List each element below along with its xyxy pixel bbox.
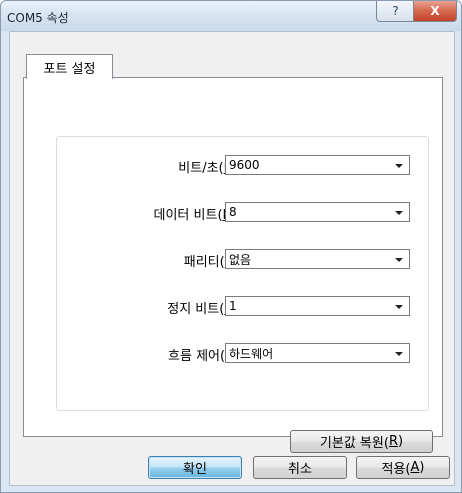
dialog-client-area: 포트 설정 비트/초(B): 9600 데이터 비트(D): 8	[9, 31, 455, 486]
help-button[interactable]: ?	[376, 1, 415, 22]
cancel-button[interactable]: 취소	[253, 456, 347, 479]
chevron-down-icon	[395, 258, 403, 262]
close-icon: X	[430, 4, 440, 18]
chevron-down-icon	[395, 352, 403, 356]
window-title: COM5 속성	[7, 11, 69, 25]
flow-control-select[interactable]: 하드웨어	[225, 343, 410, 363]
flow-control-label: 흐름 제어(F):	[82, 345, 242, 364]
label-text: 데이터 비트(	[153, 208, 223, 223]
ok-button[interactable]: 확인	[148, 456, 242, 479]
parity-label: 패리티(P):	[82, 251, 242, 270]
chevron-down-icon	[395, 164, 403, 168]
tab-label: 포트 설정	[43, 61, 96, 77]
apply-button[interactable]: 적용(A)	[356, 456, 450, 479]
title-bar[interactable]: COM5 속성 ? X	[1, 1, 461, 31]
bits-per-second-select[interactable]: 9600	[225, 155, 410, 175]
button-label: 기본값 복원(	[319, 436, 389, 451]
settings-group: 비트/초(B): 9600 데이터 비트(D): 8 패리티(P):	[56, 136, 429, 411]
close-button[interactable]: X	[413, 1, 457, 22]
stop-bits-select[interactable]: 1	[225, 296, 410, 316]
label-text: 흐름 제어(	[168, 349, 226, 364]
stop-bits-label: 정지 비트(S):	[82, 298, 242, 317]
button-label: )	[419, 460, 425, 475]
select-value: 없음	[229, 252, 252, 267]
data-bits-label: 데이터 비트(D):	[82, 204, 242, 223]
data-bits-select[interactable]: 8	[225, 202, 410, 222]
select-value: 9600	[229, 158, 260, 172]
bits-per-second-label: 비트/초(B):	[82, 157, 242, 176]
tab-port-settings[interactable]: 포트 설정	[26, 54, 113, 79]
chevron-down-icon	[395, 305, 403, 309]
tab-panel: 비트/초(B): 9600 데이터 비트(D): 8 패리티(P):	[23, 77, 443, 453]
hotkey: R	[388, 434, 398, 449]
button-label: )	[397, 434, 404, 449]
label-text: 비트/초(	[178, 161, 224, 176]
help-icon: ?	[392, 4, 399, 18]
button-label: 확인	[183, 462, 207, 477]
parity-select[interactable]: 없음	[225, 249, 410, 269]
label-text: 정지 비트(	[167, 302, 225, 317]
restore-defaults-button[interactable]: 기본값 복원(R)	[290, 430, 433, 453]
button-label: 취소	[288, 462, 312, 477]
select-value: 1	[229, 299, 237, 313]
hotkey: A	[410, 460, 420, 475]
properties-dialog: COM5 속성 ? X 포트 설정 비트/초(B): 9600	[0, 0, 462, 493]
button-label: 적용(	[381, 462, 411, 477]
label-text: 패리티(	[183, 255, 225, 270]
select-value: 8	[229, 205, 237, 219]
select-value: 하드웨어	[229, 346, 274, 361]
chevron-down-icon	[395, 211, 403, 215]
